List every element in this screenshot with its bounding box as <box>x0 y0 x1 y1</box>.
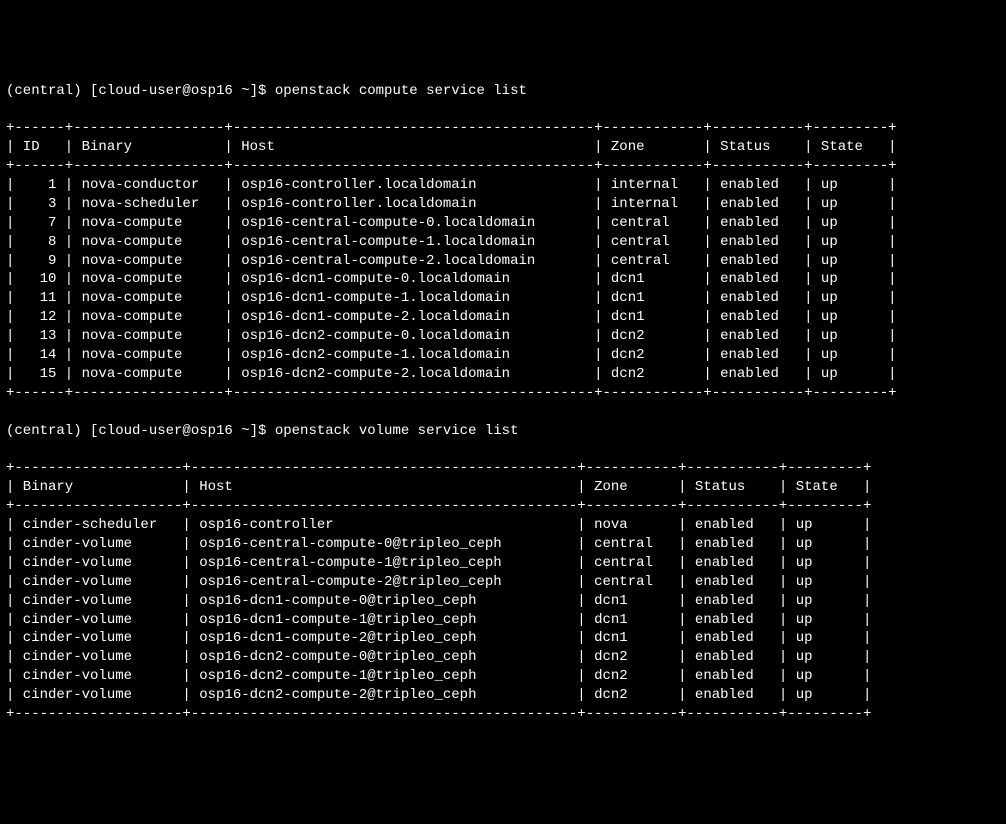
terminal-output: (central) [cloud-user@osp16 ~]$ openstac… <box>6 82 1000 724</box>
